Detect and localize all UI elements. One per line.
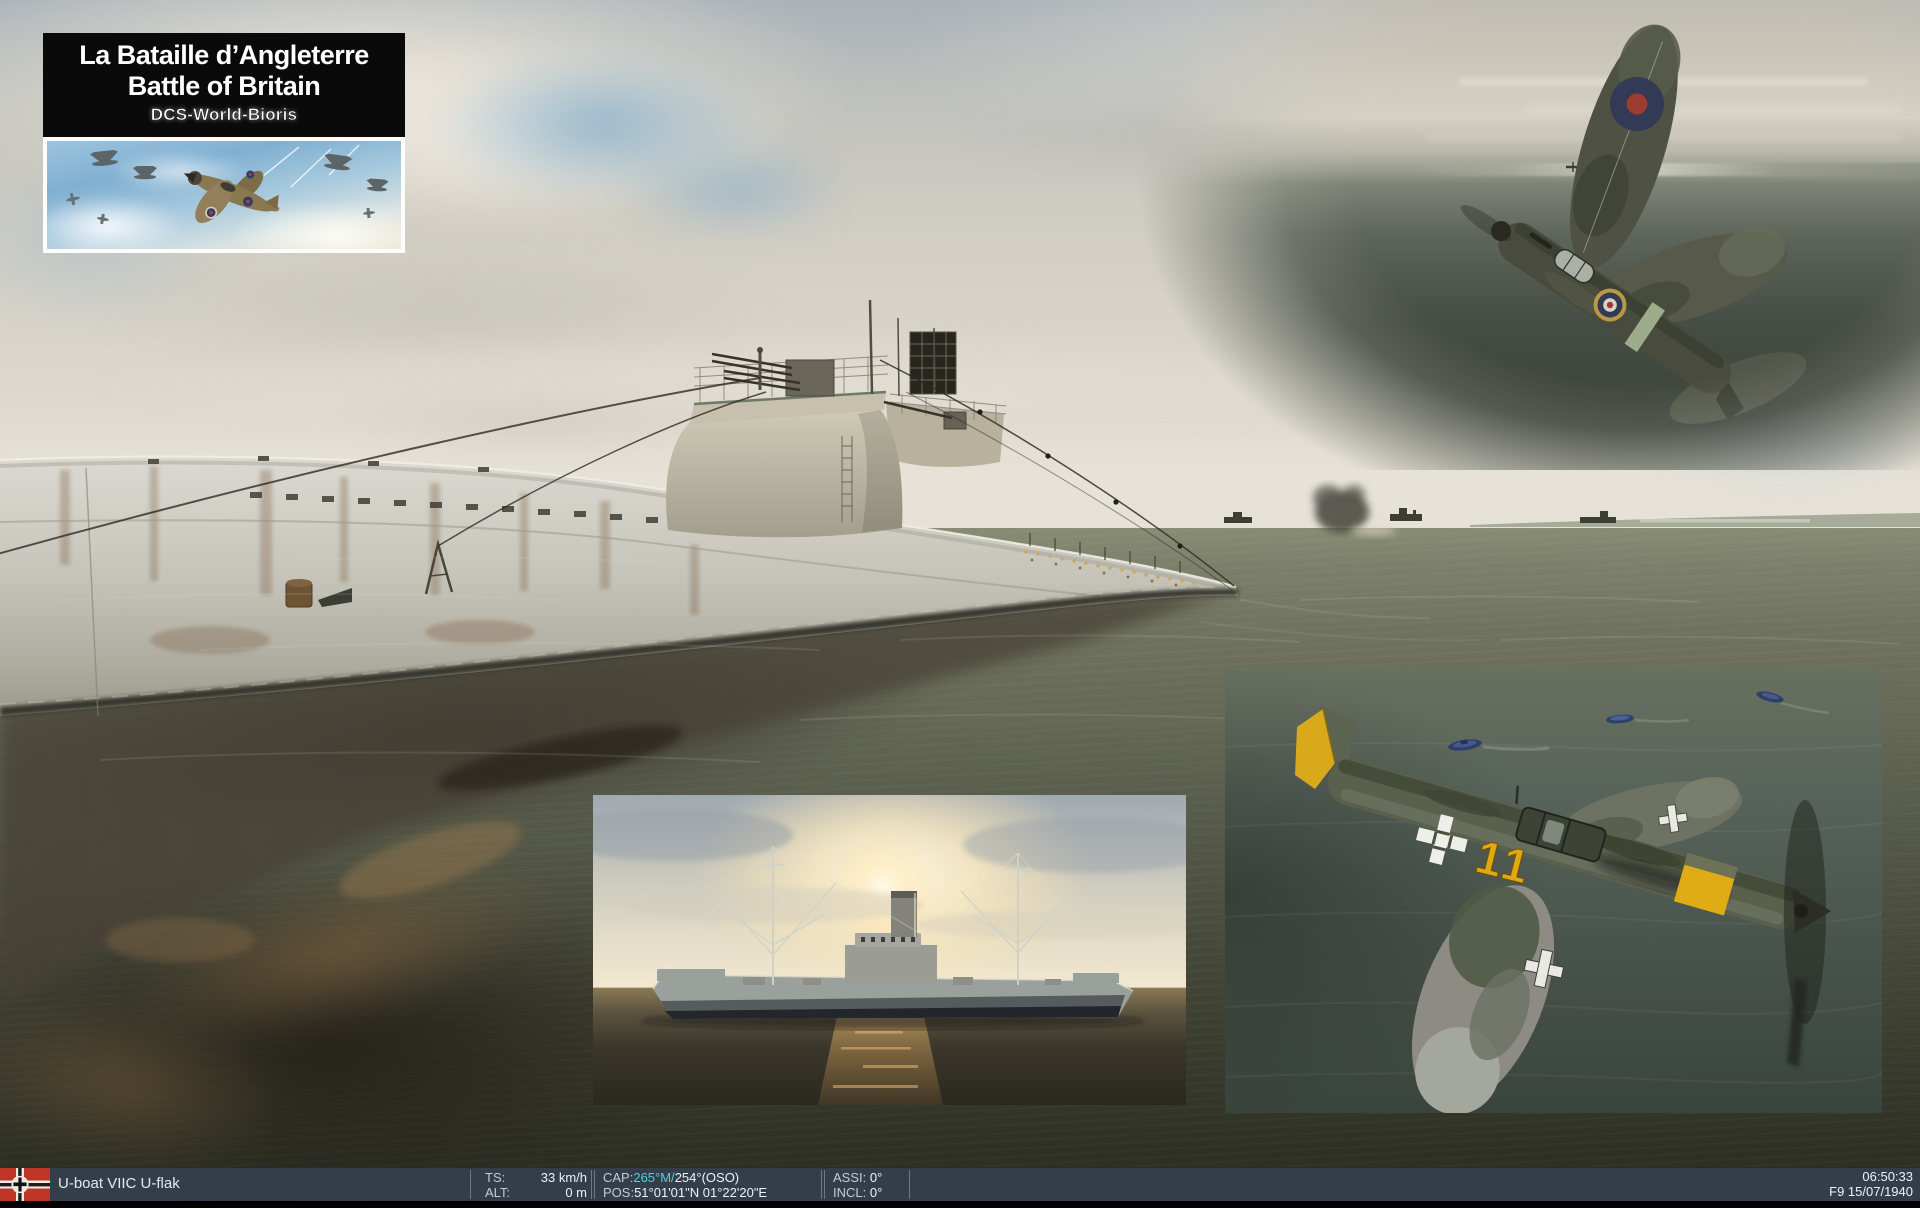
kriegsmarine-flag-icon bbox=[0, 1168, 50, 1201]
painting-spitfire bbox=[168, 142, 291, 245]
spinner bbox=[1491, 221, 1511, 241]
bf109-inset-image: 11 bbox=[1225, 667, 1882, 1113]
cargo-ship-inset-image bbox=[593, 795, 1186, 1105]
clock-block: 06:50:33 F9 15/07/1940 bbox=[1829, 1169, 1913, 1199]
banner-painting bbox=[47, 141, 401, 249]
incl-label: INCL: bbox=[833, 1185, 866, 1200]
attitude-column: ASSI: 0° INCL: 0° bbox=[825, 1168, 909, 1201]
port-wing bbox=[1548, 14, 1700, 280]
cap-magnetic-value: 265°M/ bbox=[633, 1170, 674, 1185]
white-cliffs bbox=[1640, 519, 1810, 523]
pos-label: POS: bbox=[603, 1185, 634, 1200]
ts-label: TS: bbox=[485, 1170, 505, 1185]
assi-label: ASSI: bbox=[833, 1170, 866, 1185]
telemetry-cluster: TS: 33 km/h ALT: 0 m CAP:265°M/254°(OSO) P… bbox=[470, 1168, 910, 1201]
alt-value: 0 m bbox=[565, 1185, 587, 1200]
banner-title-english: Battle of Britain bbox=[43, 71, 405, 102]
mission-date: 15/07/1940 bbox=[1848, 1184, 1913, 1199]
u-boat bbox=[0, 300, 1238, 716]
spitfire-aircraft bbox=[1130, 0, 1920, 470]
banner-title-french: La Bataille d’Angleterre bbox=[43, 33, 405, 71]
bf109-scene: 11 bbox=[1225, 667, 1882, 1113]
cap-label: CAP: bbox=[603, 1170, 633, 1185]
painting-aircraft bbox=[47, 141, 401, 245]
oil-sheen bbox=[105, 918, 255, 962]
cargo-ship-scene bbox=[593, 795, 1186, 1105]
banner-title-block: La Bataille d’Angleterre Battle of Brita… bbox=[43, 33, 405, 137]
cap-true-value: 254°(OSO) bbox=[675, 1170, 739, 1185]
alt-label: ALT: bbox=[485, 1185, 510, 1200]
conning-tower bbox=[666, 300, 1006, 537]
unit-name-label: U-boat VIIC U-flak bbox=[58, 1168, 180, 1200]
incl-value: 0° bbox=[870, 1185, 882, 1200]
spitfire-inset-image bbox=[1130, 0, 1920, 470]
banner-subtitle: DCS-World-Bioris bbox=[43, 105, 405, 125]
pos-value: 51°01'01"N 01°22'20"E bbox=[634, 1185, 767, 1200]
distant-convoy-ships bbox=[808, 508, 1616, 523]
mission-banner: La Bataille d’Angleterre Battle of Brita… bbox=[43, 33, 405, 253]
roundel-red bbox=[1627, 94, 1648, 115]
banner-art-frame bbox=[43, 137, 405, 253]
shell-smoke bbox=[1313, 485, 1396, 535]
fuselage-roundel bbox=[1594, 289, 1627, 322]
view-mode: F9 bbox=[1829, 1184, 1844, 1199]
speed-altitude-column: TS: 33 km/h ALT: 0 m bbox=[471, 1168, 591, 1201]
mission-time: 06:50:33 bbox=[1829, 1169, 1913, 1184]
heading-position-column: CAP:265°M/254°(OSO) POS:51°01'01"N 01°22… bbox=[595, 1168, 821, 1201]
status-bar: U-boat VIIC U-flak TS: 33 km/h ALT: 0 m CA… bbox=[0, 1167, 1920, 1201]
radar-antenna bbox=[910, 332, 956, 394]
ts-value: 33 km/h bbox=[541, 1170, 587, 1185]
divider bbox=[909, 1170, 910, 1199]
